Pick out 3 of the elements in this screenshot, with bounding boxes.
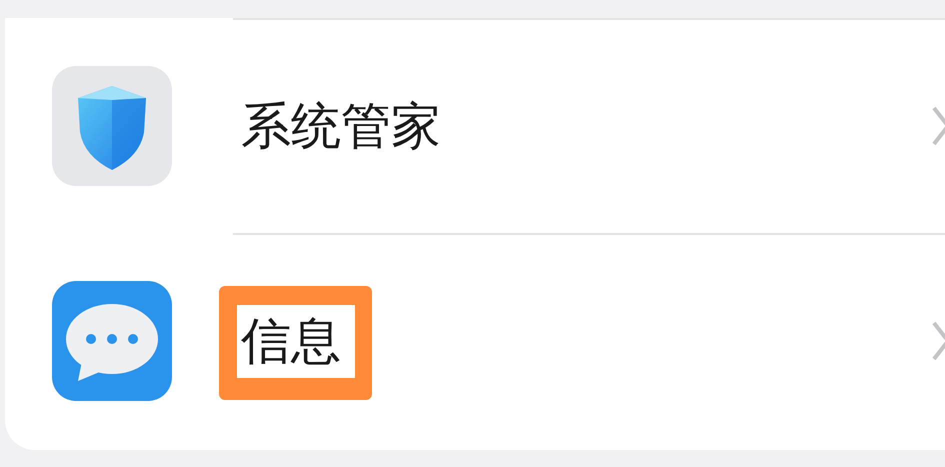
shield-icon[interactable] — [52, 66, 172, 186]
chat-bubble-icon[interactable] — [52, 280, 172, 400]
app-name: 信息 — [219, 286, 372, 400]
